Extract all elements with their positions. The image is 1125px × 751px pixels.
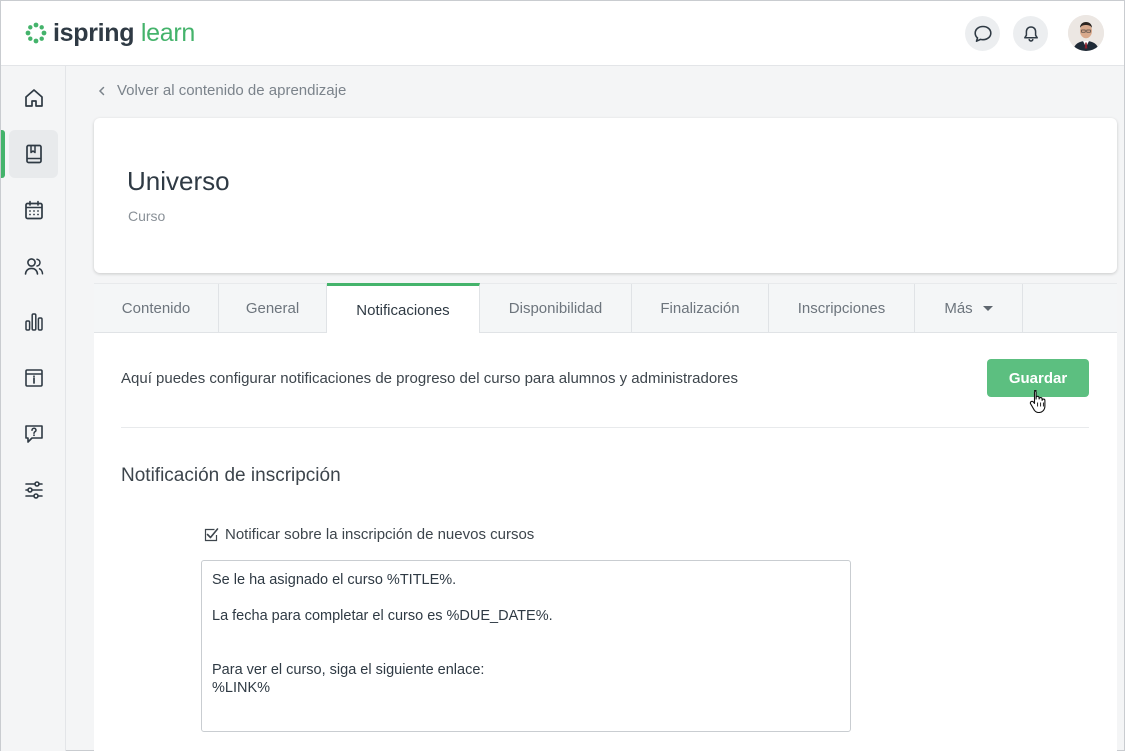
enrollment-notify-checkbox-row[interactable]: Notificar sobre la inscripción de nuevos… [203,526,534,543]
tab-mas-label: Más [944,300,973,317]
checkbox-label[interactable]: Notificar sobre la inscripción de nuevos… [225,526,534,543]
back-link-label[interactable]: Volver al contenido de aprendizaje [117,82,346,99]
chat-icon [973,25,992,42]
sidebar-item-home[interactable] [9,74,58,122]
calendar-icon [24,200,43,220]
top-bar: ispring learn [1,1,1124,66]
notifications-button[interactable] [1013,16,1048,51]
question-icon [24,425,43,443]
sidebar-item-help[interactable] [9,410,58,458]
section-title: Notificación de inscripción [121,465,341,486]
sidebar-item-info-board[interactable] [9,354,58,402]
back-link[interactable]: Volver al contenido de aprendizaje [97,82,346,99]
book-icon [25,144,42,164]
sidebar-item-settings[interactable] [9,466,58,514]
logo-icon [25,22,47,44]
checkbox-checked-icon[interactable] [203,527,219,543]
sidebar [1,66,66,751]
caret-down-icon [982,306,993,311]
tab-inscripciones[interactable]: Inscripciones [769,284,915,333]
sidebar-item-users[interactable] [9,242,58,290]
course-type: Curso [128,208,166,224]
avatar-image [1068,15,1104,51]
course-header-card: Universo Curso [94,118,1117,273]
page-title: Universo [127,166,230,196]
notification-message-textarea[interactable]: Se le ha asignado el curso %TITLE%. La f… [201,560,851,732]
divider [121,427,1089,428]
active-indicator [1,130,5,178]
info-board-icon [24,369,43,387]
bell-icon [1023,25,1038,42]
tab-disponibilidad[interactable]: Disponibilidad [480,284,632,333]
tab-notificaciones[interactable]: Notificaciones [327,283,480,334]
tab-contenido[interactable]: Contenido [94,284,219,333]
notifications-panel: Aquí puedes configurar notificaciones de… [94,333,1117,751]
tab-bar: Contenido General Notificaciones Disponi… [94,283,1117,334]
logo-text: ispring learn [53,18,195,47]
hand-cursor-icon [1029,389,1046,413]
sidebar-item-calendar[interactable] [9,186,58,234]
users-icon [24,258,43,275]
chart-icon [24,313,43,331]
intro-text: Aquí puedes configurar notificaciones de… [121,370,739,387]
sidebar-item-learning-content[interactable] [9,130,58,178]
sidebar-item-reports[interactable] [9,298,58,346]
home-icon [24,89,43,107]
chevron-left-icon [98,86,105,95]
logo[interactable]: ispring learn [25,19,195,47]
tab-mas-dropdown[interactable]: Más [915,284,1023,333]
user-avatar[interactable] [1068,15,1104,51]
tab-general[interactable]: General [219,284,327,333]
settings-sliders-icon [24,481,43,499]
chat-button[interactable] [965,16,1000,51]
tab-finalizacion[interactable]: Finalización [632,284,769,333]
